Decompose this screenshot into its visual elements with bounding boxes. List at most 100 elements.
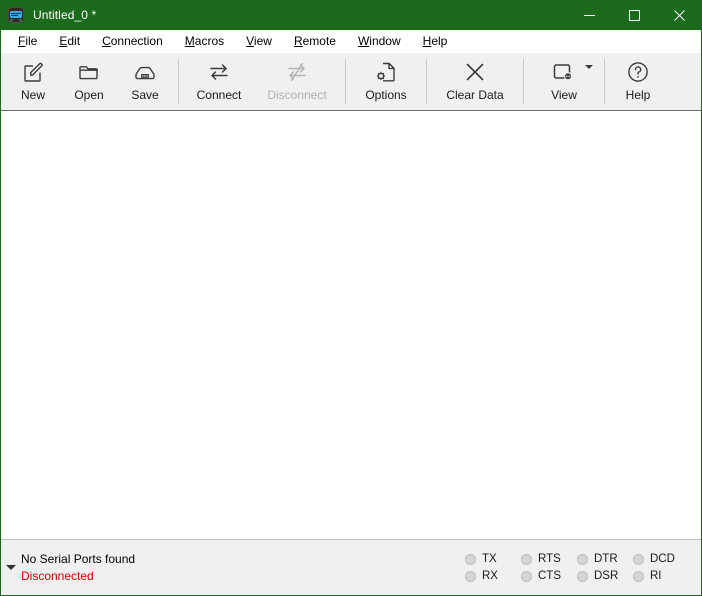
led-label-cts: CTS xyxy=(538,570,561,582)
led-rts: RTS xyxy=(521,553,577,565)
open-button[interactable]: Open xyxy=(61,53,117,110)
led-indicator-icon xyxy=(521,553,532,565)
connect-button-label: Connect xyxy=(196,88,242,102)
folder-open-icon xyxy=(77,59,101,85)
toolbar: New Open Save Connect Disconnect Options… xyxy=(1,53,701,111)
chevron-down-icon[interactable] xyxy=(585,65,593,69)
menu-rest-help: elp xyxy=(431,34,448,48)
menu-rest-file: ile xyxy=(25,34,38,48)
toolbar-separator-1 xyxy=(178,59,179,104)
led-column-rts-cts: RTS CTS xyxy=(521,553,577,582)
new-document-pencil-icon xyxy=(21,59,45,85)
menu-rest-view: iew xyxy=(253,34,272,48)
disconnect-button-label: Disconnect xyxy=(267,88,327,102)
help-button[interactable]: Help xyxy=(610,53,666,110)
led-label-dtr: DTR xyxy=(594,553,618,565)
status-bar: No Serial Ports found Disconnected TX RX… xyxy=(1,539,701,595)
led-indicator-icon xyxy=(521,570,532,582)
led-indicator-icon xyxy=(633,570,644,582)
led-dsr: DSR xyxy=(577,570,633,582)
menu-item-edit[interactable]: Edit xyxy=(48,31,91,52)
menu-accel-connection: C xyxy=(102,34,111,48)
menu-item-remote[interactable]: Remote xyxy=(283,31,347,52)
led-indicator-icon xyxy=(577,570,588,582)
menu-item-window[interactable]: Window xyxy=(347,31,412,52)
toolbar-separator-5 xyxy=(604,59,605,104)
serial-port-status: No Serial Ports found xyxy=(21,551,136,566)
serial-terminal-icon xyxy=(7,6,25,24)
view-button-label: View xyxy=(551,88,577,102)
led-indicator-icon xyxy=(633,553,644,565)
disconnect-button[interactable]: Disconnect xyxy=(254,53,340,110)
new-button-label: New xyxy=(20,88,45,102)
maximize-button[interactable] xyxy=(612,0,657,30)
clear-data-button[interactable]: Clear Data xyxy=(432,53,518,110)
connection-status: Disconnected xyxy=(21,568,94,583)
menu-accel-window: W xyxy=(357,34,370,48)
title-bar[interactable]: Untitled_0 * xyxy=(0,0,702,30)
signal-led-panel: TX RX RTS CTS DTR DSR DCD RI xyxy=(465,553,689,582)
led-cts: CTS xyxy=(521,570,577,582)
connect-button[interactable]: Connect xyxy=(184,53,254,110)
help-button-label: Help xyxy=(625,88,651,102)
led-column-dcd-ri: DCD RI xyxy=(633,553,689,582)
menu-accel-macros: M xyxy=(184,34,195,48)
new-button[interactable]: New xyxy=(5,53,61,110)
led-label-rx: RX xyxy=(482,570,498,582)
led-label-dcd: DCD xyxy=(650,553,675,565)
toolbar-separator-3 xyxy=(426,59,427,104)
close-button[interactable] xyxy=(657,0,702,30)
view-button[interactable]: View xyxy=(529,53,599,110)
options-button-label: Options xyxy=(365,88,407,102)
led-ri: RI xyxy=(633,570,689,582)
menu-item-file[interactable]: File xyxy=(7,31,48,52)
close-x-icon xyxy=(462,59,488,85)
status-expander-button[interactable] xyxy=(1,565,21,570)
open-button-label: Open xyxy=(74,88,104,102)
menu-rest-remote: emote xyxy=(302,34,336,48)
application-window: Untitled_0 * File Edit Connection Macros… xyxy=(0,0,702,596)
clear-data-button-label: Clear Data xyxy=(446,88,504,102)
minimize-icon xyxy=(584,14,595,16)
led-tx: TX xyxy=(465,553,521,565)
menu-accel-remote: R xyxy=(293,34,303,48)
close-icon xyxy=(674,9,685,21)
led-label-tx: TX xyxy=(482,553,497,565)
window-controls xyxy=(567,0,702,30)
menu-item-view[interactable]: View xyxy=(235,31,283,52)
menu-accel-view: V xyxy=(246,34,254,48)
connect-arrows-icon xyxy=(206,59,232,85)
led-column-dtr-dsr: DTR DSR xyxy=(577,553,633,582)
led-indicator-icon xyxy=(465,570,476,582)
save-button-label: Save xyxy=(131,88,159,102)
menu-rest-window: indow xyxy=(369,34,401,48)
maximize-icon xyxy=(629,9,640,21)
menu-rest-edit: dit xyxy=(67,34,81,48)
menu-rest-macros: acros xyxy=(194,34,225,48)
save-button[interactable]: Save xyxy=(117,53,173,110)
led-dcd: DCD xyxy=(633,553,689,565)
toolbar-separator-2 xyxy=(345,59,346,104)
menu-item-connection[interactable]: Connection xyxy=(91,31,174,52)
chevron-down-icon xyxy=(6,565,16,570)
options-button[interactable]: Options xyxy=(351,53,421,110)
led-indicator-icon xyxy=(465,553,476,565)
led-dtr: DTR xyxy=(577,553,633,565)
disconnect-arrows-slashed-icon xyxy=(284,59,310,85)
window-title: Untitled_0 * xyxy=(33,8,97,22)
status-text-group: No Serial Ports found Disconnected xyxy=(21,551,135,585)
led-indicator-icon xyxy=(577,553,588,565)
menu-item-help[interactable]: Help xyxy=(412,31,459,52)
question-circle-icon xyxy=(626,59,650,85)
menu-item-macros[interactable]: Macros xyxy=(174,31,235,52)
toolbar-separator-4 xyxy=(523,59,524,104)
minimize-button[interactable] xyxy=(567,0,612,30)
window-dropdown-icon xyxy=(551,59,577,85)
led-rx: RX xyxy=(465,570,521,582)
led-column-tx-rx: TX RX xyxy=(465,553,521,582)
led-label-rts: RTS xyxy=(538,553,561,565)
terminal-output-area[interactable] xyxy=(1,111,701,539)
menu-bar: File Edit Connection Macros View Remote … xyxy=(1,30,701,53)
document-gear-icon xyxy=(374,59,398,85)
led-label-dsr: DSR xyxy=(594,570,619,582)
